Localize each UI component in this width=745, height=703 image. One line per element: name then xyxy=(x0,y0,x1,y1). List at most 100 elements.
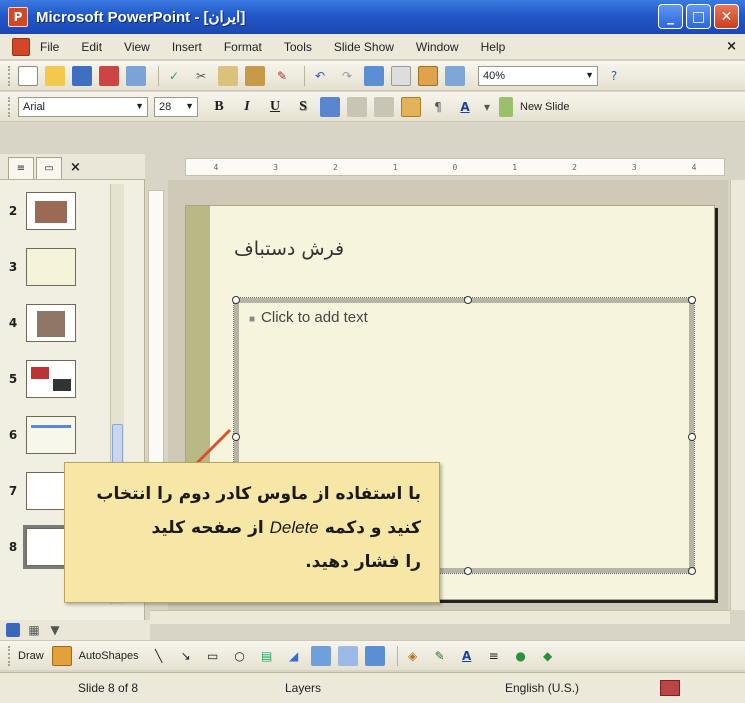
slide-thumbnail[interactable]: 4 xyxy=(0,304,76,342)
align-left-icon[interactable] xyxy=(320,96,340,117)
menu-window[interactable]: Window xyxy=(416,40,459,54)
slide-thumbnail[interactable]: 5 xyxy=(0,360,76,398)
grayscale-icon[interactable] xyxy=(445,65,465,86)
tab-outline[interactable]: ≡ xyxy=(8,157,34,179)
chevron-down-icon[interactable]: ▾ xyxy=(482,97,492,117)
arrow-icon[interactable]: ↘ xyxy=(176,646,196,666)
textbox-icon[interactable]: ▤ xyxy=(257,646,277,666)
fill-color-icon[interactable]: ◈ xyxy=(403,646,423,666)
spelling-icon[interactable]: ✓ xyxy=(164,66,184,86)
select-objects-icon[interactable] xyxy=(51,645,72,666)
slide-sorter-icon[interactable]: ▦ xyxy=(27,623,41,637)
italic-button[interactable]: I xyxy=(236,99,258,115)
menu-view[interactable]: View xyxy=(124,40,150,54)
menu-bar: File Edit View Insert Format Tools Slide… xyxy=(0,34,745,60)
slide-preview xyxy=(26,192,76,230)
insert-picture-icon[interactable] xyxy=(364,645,385,666)
autoshapes-menu[interactable]: AutoShapes xyxy=(79,650,139,662)
draw-menu[interactable]: Draw xyxy=(18,650,44,662)
3d-style-icon[interactable]: ◆ xyxy=(538,646,558,666)
resize-handle[interactable] xyxy=(688,567,696,575)
new-icon[interactable] xyxy=(18,65,38,86)
undo-icon[interactable]: ↶ xyxy=(310,66,330,86)
align-center-icon[interactable] xyxy=(347,96,367,117)
font-select[interactable]: Arial ▼ xyxy=(18,96,148,117)
slide-number: 3 xyxy=(8,260,18,274)
resize-handle[interactable] xyxy=(688,296,696,304)
line-icon[interactable]: ╲ xyxy=(149,646,169,666)
tab-slides[interactable]: ▭ xyxy=(36,157,62,179)
menu-help[interactable]: Help xyxy=(481,40,506,54)
bold-button[interactable]: B xyxy=(208,99,230,115)
shadow-style-icon[interactable]: ● xyxy=(511,646,531,666)
slide-show-icon[interactable]: ▼ xyxy=(48,623,62,637)
save-icon[interactable] xyxy=(72,65,92,86)
text-direction-icon[interactable]: ¶ xyxy=(428,97,448,117)
resize-handle[interactable] xyxy=(232,296,240,304)
permission-icon[interactable] xyxy=(99,65,119,86)
align-right-icon[interactable] xyxy=(374,96,394,117)
slide-title[interactable]: فرش دستباف xyxy=(234,238,344,260)
numbering-icon[interactable] xyxy=(401,96,421,117)
slide-thumbnail[interactable]: 6 xyxy=(0,416,76,454)
resize-handle[interactable] xyxy=(464,296,472,304)
new-slide-icon[interactable] xyxy=(499,96,513,117)
menu-insert[interactable]: Insert xyxy=(172,40,202,54)
insert-chart-icon[interactable] xyxy=(364,65,384,86)
toolbar-grip[interactable] xyxy=(8,65,12,86)
menu-tools[interactable]: Tools xyxy=(284,40,312,54)
horizontal-scrollbar[interactable] xyxy=(150,610,730,624)
font-size-select[interactable]: 28 ▼ xyxy=(154,96,198,117)
redo-icon[interactable]: ↷ xyxy=(337,66,357,86)
font-color-icon[interactable]: A xyxy=(455,97,475,117)
expand-all-icon[interactable] xyxy=(418,65,438,86)
new-slide-button[interactable]: New Slide xyxy=(520,101,570,113)
language-indicator: English (U.S.) xyxy=(505,681,580,695)
open-icon[interactable] xyxy=(45,65,65,86)
close-document-icon[interactable]: × xyxy=(726,39,737,54)
clip-art-icon[interactable] xyxy=(337,645,358,666)
insert-diagram-icon[interactable] xyxy=(310,645,331,666)
zoom-select[interactable]: 40% ▼ xyxy=(478,65,598,86)
insert-table-icon[interactable] xyxy=(391,65,411,86)
cut-icon[interactable]: ✂ xyxy=(191,66,211,86)
resize-handle[interactable] xyxy=(464,567,472,575)
rectangle-icon[interactable]: ▭ xyxy=(203,646,223,666)
menu-format[interactable]: Format xyxy=(224,40,262,54)
document-icon[interactable] xyxy=(12,37,30,56)
powerpoint-app-icon[interactable]: P xyxy=(8,7,28,27)
slide-thumbnail[interactable]: 3 xyxy=(0,248,76,286)
email-icon[interactable] xyxy=(126,65,146,86)
paste-icon[interactable] xyxy=(245,65,265,86)
chevron-down-icon: ▼ xyxy=(185,100,194,111)
line-style-icon[interactable]: ≡ xyxy=(484,646,504,666)
menu-slide-show[interactable]: Slide Show xyxy=(334,40,394,54)
resize-handle[interactable] xyxy=(688,433,696,441)
minimize-button[interactable]: _ xyxy=(658,4,683,29)
slide-thumbnail[interactable]: 2 xyxy=(0,192,76,230)
menu-edit[interactable]: Edit xyxy=(81,40,102,54)
slide-number: 7 xyxy=(8,484,18,498)
resize-handle[interactable] xyxy=(232,433,240,441)
slide-number: 4 xyxy=(8,316,18,330)
copy-icon[interactable] xyxy=(218,65,238,86)
close-icon[interactable]: × xyxy=(70,160,81,175)
menu-file[interactable]: File xyxy=(40,40,59,54)
maximize-button[interactable]: □ xyxy=(686,4,711,29)
close-button[interactable]: ✕ xyxy=(714,4,739,29)
help-icon[interactable]: ? xyxy=(604,66,624,86)
format-painter-icon[interactable]: ✎ xyxy=(272,66,292,86)
line-color-icon[interactable]: ✎ xyxy=(430,646,450,666)
bullet-icon: ■ xyxy=(249,314,256,325)
spelling-status-icon[interactable] xyxy=(660,680,680,696)
toolbar-grip[interactable] xyxy=(8,645,12,666)
slide-number: 8 xyxy=(8,540,18,554)
underline-button[interactable]: U xyxy=(264,99,286,115)
oval-icon[interactable]: ○ xyxy=(230,646,250,666)
font-color-icon[interactable]: A xyxy=(457,646,477,666)
normal-view-icon[interactable] xyxy=(6,623,20,637)
wordart-icon[interactable]: ◢ xyxy=(284,646,304,666)
toolbar-grip[interactable] xyxy=(8,96,12,117)
slide-vertical-scrollbar[interactable] xyxy=(730,180,745,610)
shadow-button[interactable]: S xyxy=(292,99,314,115)
